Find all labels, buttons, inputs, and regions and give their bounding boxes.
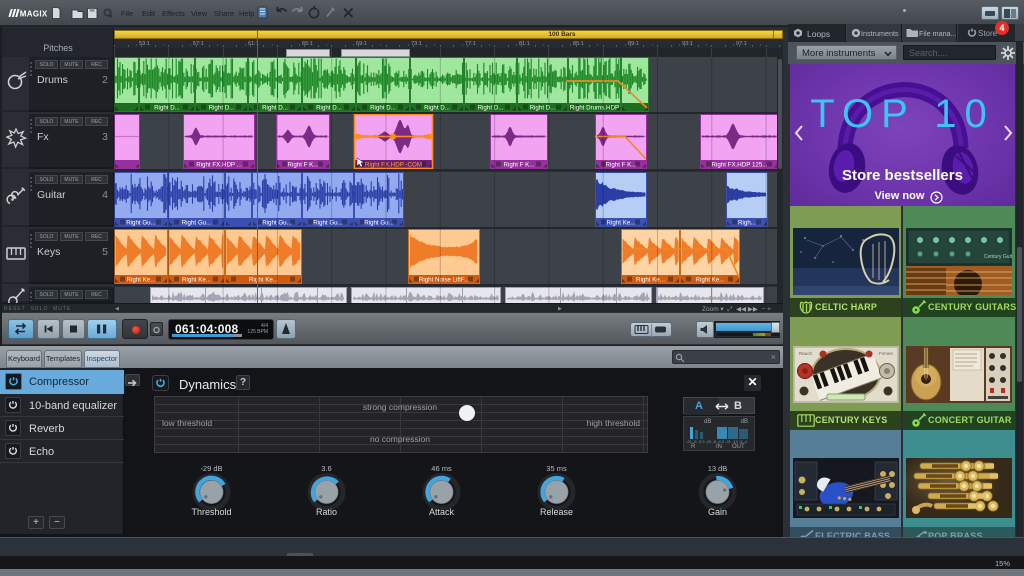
svg-text:Right D...: Right D... [530, 104, 556, 111]
svg-text:Right F K...: Right F K... [504, 161, 535, 168]
svg-text:Right Drums.HDP: Right Drums.HDP [570, 104, 619, 111]
svg-text:Century Guitar: Century Guitar [984, 254, 1012, 260]
svg-text:Right Gu...: Right Gu... [313, 219, 343, 226]
svg-text:Right D...: Right D... [370, 104, 396, 111]
svg-text:strong compression: strong compression [363, 402, 437, 412]
svg-text:no compression: no compression [370, 434, 430, 444]
svg-text:Righ...: Righ... [738, 219, 756, 226]
svg-text:Right FX.HDP ...: Right FX.HDP ... [196, 161, 242, 168]
svg-text:Right D...: Right D... [154, 104, 180, 111]
svg-text:Right Ke...: Right Ke... [249, 276, 278, 283]
svg-text:MAGIX: MAGIX [20, 10, 48, 19]
svg-text:Right Gu...: Right Gu... [182, 219, 212, 226]
svg-text:Right FX.HDP -COM: Right FX.HDP -COM [365, 161, 422, 168]
svg-text:Right Gu...: Right Gu... [126, 219, 156, 226]
svg-text:Right F K...: Right F K... [288, 161, 319, 168]
svg-text:Rauch: Rauch [799, 351, 813, 356]
svg-text:Right Ke...: Right Ke... [696, 276, 725, 283]
svg-text:Right Noise LiftF...: Right Noise LiftF... [419, 276, 469, 283]
svg-text:Right Ke...: Right Ke... [127, 276, 156, 283]
svg-text:Right D...: Right D... [424, 104, 450, 111]
svg-text:Right Gu...: Right Gu... [364, 219, 394, 226]
svg-text:Right D...: Right D... [478, 104, 504, 111]
svg-text:Right D...: Right D... [316, 104, 342, 111]
svg-text:Right D...: Right D... [209, 104, 235, 111]
svg-text:low threshold: low threshold [162, 418, 212, 428]
svg-text:high threshold: high threshold [587, 418, 641, 428]
svg-text:Right Ke...: Right Ke... [636, 276, 665, 283]
svg-text:Right Ke...: Right Ke... [182, 276, 211, 283]
svg-text:Firmen: Firmen [879, 351, 893, 356]
svg-text:Right FX.HDP 125...: Right FX.HDP 125... [712, 161, 768, 168]
svg-text:Right F K...: Right F K... [606, 161, 637, 168]
svg-text:Right Ke...: Right Ke... [607, 219, 636, 226]
svg-text:Right D...: Right D... [262, 104, 288, 111]
